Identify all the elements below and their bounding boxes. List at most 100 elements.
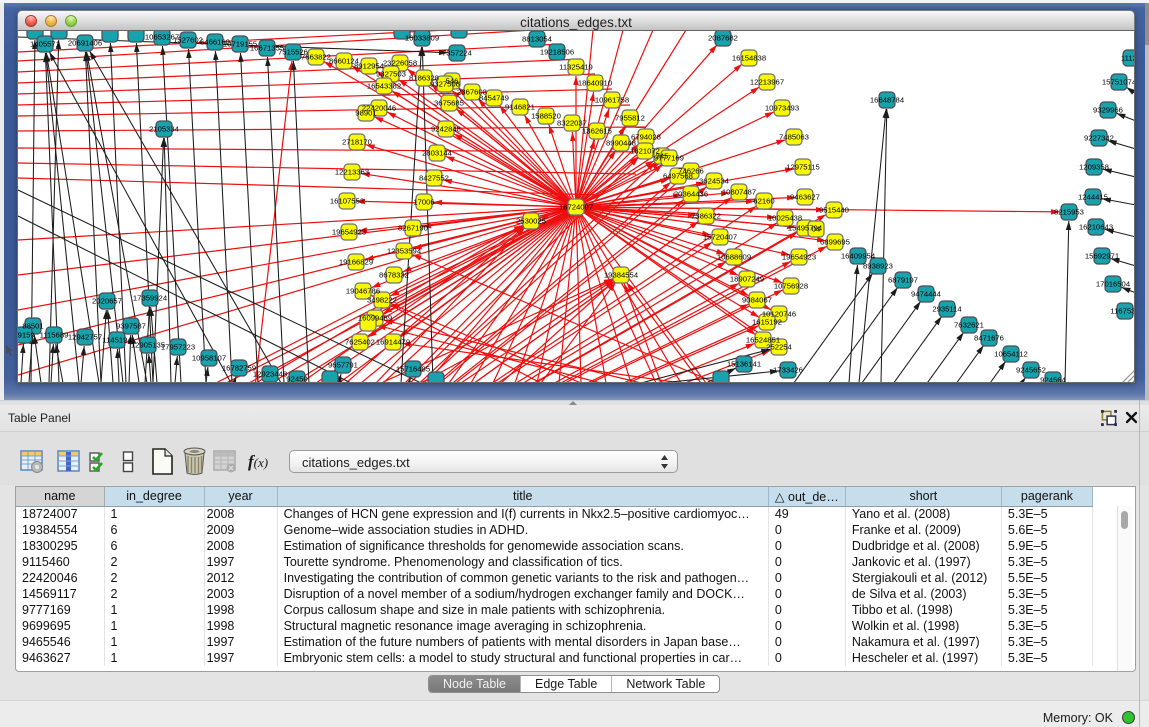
svg-text:2718170: 2718170	[342, 138, 372, 147]
svg-text:9245652: 9245652	[1016, 366, 1046, 375]
svg-text:1115689: 1115689	[40, 331, 69, 340]
svg-text:10756928: 10756928	[774, 282, 808, 291]
svg-text:16409954: 16409954	[841, 252, 876, 261]
svg-text:19166829: 19166829	[339, 258, 373, 267]
svg-text:9397587: 9397587	[116, 322, 146, 331]
svg-text:15692971: 15692971	[1085, 252, 1119, 261]
svg-text:3675685: 3675685	[434, 99, 464, 108]
svg-text:12213363: 12213363	[335, 168, 369, 177]
svg-text:8427552: 8427552	[419, 174, 449, 183]
svg-text:16099489: 16099489	[358, 314, 392, 323]
svg-text:11325419: 11325419	[559, 63, 593, 72]
svg-text:9227342: 9227342	[1084, 134, 1114, 143]
svg-text:19384554: 19384554	[604, 271, 639, 280]
svg-text:10654112: 10654112	[994, 350, 1028, 359]
svg-text:2935114: 2935114	[932, 305, 962, 314]
svg-text:9084067: 9084067	[742, 296, 772, 305]
svg-text:12975115: 12975115	[786, 163, 820, 172]
svg-text:9329966: 9329966	[1093, 106, 1123, 115]
svg-text:20691406: 20691406	[68, 39, 102, 48]
svg-text:9657791: 9657791	[328, 361, 358, 370]
svg-text:7632621: 7632621	[954, 321, 984, 330]
svg-text:2105334: 2105334	[149, 125, 180, 134]
svg-text:18907249: 18907249	[730, 275, 764, 284]
svg-text:16782759: 16782759	[222, 364, 256, 373]
svg-text:10807487: 10807487	[722, 188, 756, 197]
svg-text:18724007: 18724007	[559, 203, 593, 212]
svg-text:12213967: 12213967	[750, 78, 784, 87]
svg-text:16033809: 16033809	[405, 34, 439, 43]
svg-text:1167533: 1167533	[1110, 307, 1135, 316]
svg-text:6879197: 6879197	[888, 276, 918, 285]
svg-text:2803144: 2803144	[422, 149, 453, 158]
svg-text:16914479: 16914479	[376, 338, 410, 347]
svg-text:8678332: 8678332	[379, 271, 409, 280]
svg-text:9777169: 9777169	[654, 154, 684, 163]
svg-text:8454749: 8454749	[479, 94, 509, 103]
svg-text:19654923: 19654923	[332, 228, 366, 237]
svg-text:62160: 62160	[753, 197, 774, 206]
svg-text:18640910: 18640910	[578, 79, 612, 88]
svg-text:9463627: 9463627	[790, 193, 820, 202]
svg-text:8938923: 8938923	[863, 262, 893, 271]
svg-text:23226058: 23226058	[383, 59, 417, 68]
svg-text:1405571: 1405571	[30, 40, 60, 49]
svg-text:1209358: 1209358	[1079, 163, 1109, 172]
svg-text:7625402: 7625402	[345, 338, 375, 347]
svg-text:12923448: 12923448	[253, 370, 287, 379]
svg-text:15720407: 15720407	[703, 233, 737, 242]
svg-text:19046786: 19046786	[346, 287, 380, 296]
svg-text:9242848: 9242848	[431, 125, 461, 134]
svg-text:12942757: 12942757	[68, 333, 102, 342]
svg-text:15716485: 15716485	[396, 365, 430, 374]
svg-text:10025438: 10025438	[768, 214, 802, 223]
svg-text:17957223: 17957223	[161, 343, 195, 352]
svg-text:2087682: 2087682	[708, 34, 738, 43]
svg-text:17006: 17006	[413, 198, 434, 207]
svg-text:20364436: 20364436	[674, 190, 708, 199]
svg-text:1145194: 1145194	[102, 336, 132, 345]
svg-text:11124: 11124	[1121, 54, 1135, 63]
svg-text:10973493: 10973493	[765, 104, 799, 113]
svg-text:9327508: 9327508	[430, 80, 460, 89]
svg-text:8215953: 8215953	[1054, 208, 1084, 217]
svg-text:2020657: 2020657	[92, 297, 122, 306]
svg-text:7386322: 7386322	[691, 212, 721, 221]
svg-text:7357224: 7357224	[442, 49, 473, 58]
svg-text:9474444: 9474444	[911, 290, 942, 299]
svg-text:15136141: 15136141	[727, 360, 761, 369]
svg-text:9146821: 9146821	[505, 103, 535, 112]
svg-text:6899695: 6899695	[820, 238, 850, 247]
svg-text:252254: 252254	[766, 343, 792, 352]
svg-text:10688609: 10688609	[717, 253, 751, 262]
svg-text:7485063: 7485063	[779, 133, 809, 142]
svg-text:17016504: 17016504	[1096, 280, 1131, 289]
svg-text:10961758: 10961758	[595, 96, 629, 105]
svg-text:1615192: 1615192	[752, 318, 782, 327]
svg-text:16648784: 16648784	[870, 96, 905, 105]
svg-text:15751074: 15751074	[1102, 78, 1135, 87]
svg-text:1244415: 1244415	[1078, 193, 1108, 202]
svg-text:9327503: 9327503	[376, 70, 406, 79]
svg-text:7955812: 7955812	[615, 114, 645, 123]
svg-text:8813054: 8813054	[522, 35, 553, 44]
svg-text:92450: 92450	[286, 375, 307, 384]
svg-text:19218506: 19218506	[540, 48, 574, 57]
svg-text:8471676: 8471676	[974, 334, 1004, 343]
svg-text:16210643: 16210643	[1079, 223, 1113, 232]
svg-text:924564: 924564	[1040, 376, 1066, 384]
svg-text:04: 04	[812, 225, 821, 234]
svg-text:6794028: 6794028	[631, 133, 661, 142]
svg-text:16154838: 16154838	[732, 54, 766, 63]
svg-text:10958107: 10958107	[192, 354, 226, 363]
svg-text:16543382: 16543382	[367, 82, 401, 91]
svg-text:1362615: 1362615	[582, 127, 612, 136]
svg-text:1733426: 1733426	[773, 366, 803, 375]
svg-text:6497568: 6497568	[663, 172, 693, 181]
svg-text:9515440: 9515440	[819, 206, 849, 215]
svg-text:17359924: 17359924	[133, 294, 168, 303]
svg-text:8267190: 8267190	[398, 224, 428, 233]
svg-text:3498222: 3498222	[367, 296, 397, 305]
svg-text:98901: 98901	[355, 109, 376, 118]
svg-text:2530025: 2530025	[516, 217, 546, 226]
